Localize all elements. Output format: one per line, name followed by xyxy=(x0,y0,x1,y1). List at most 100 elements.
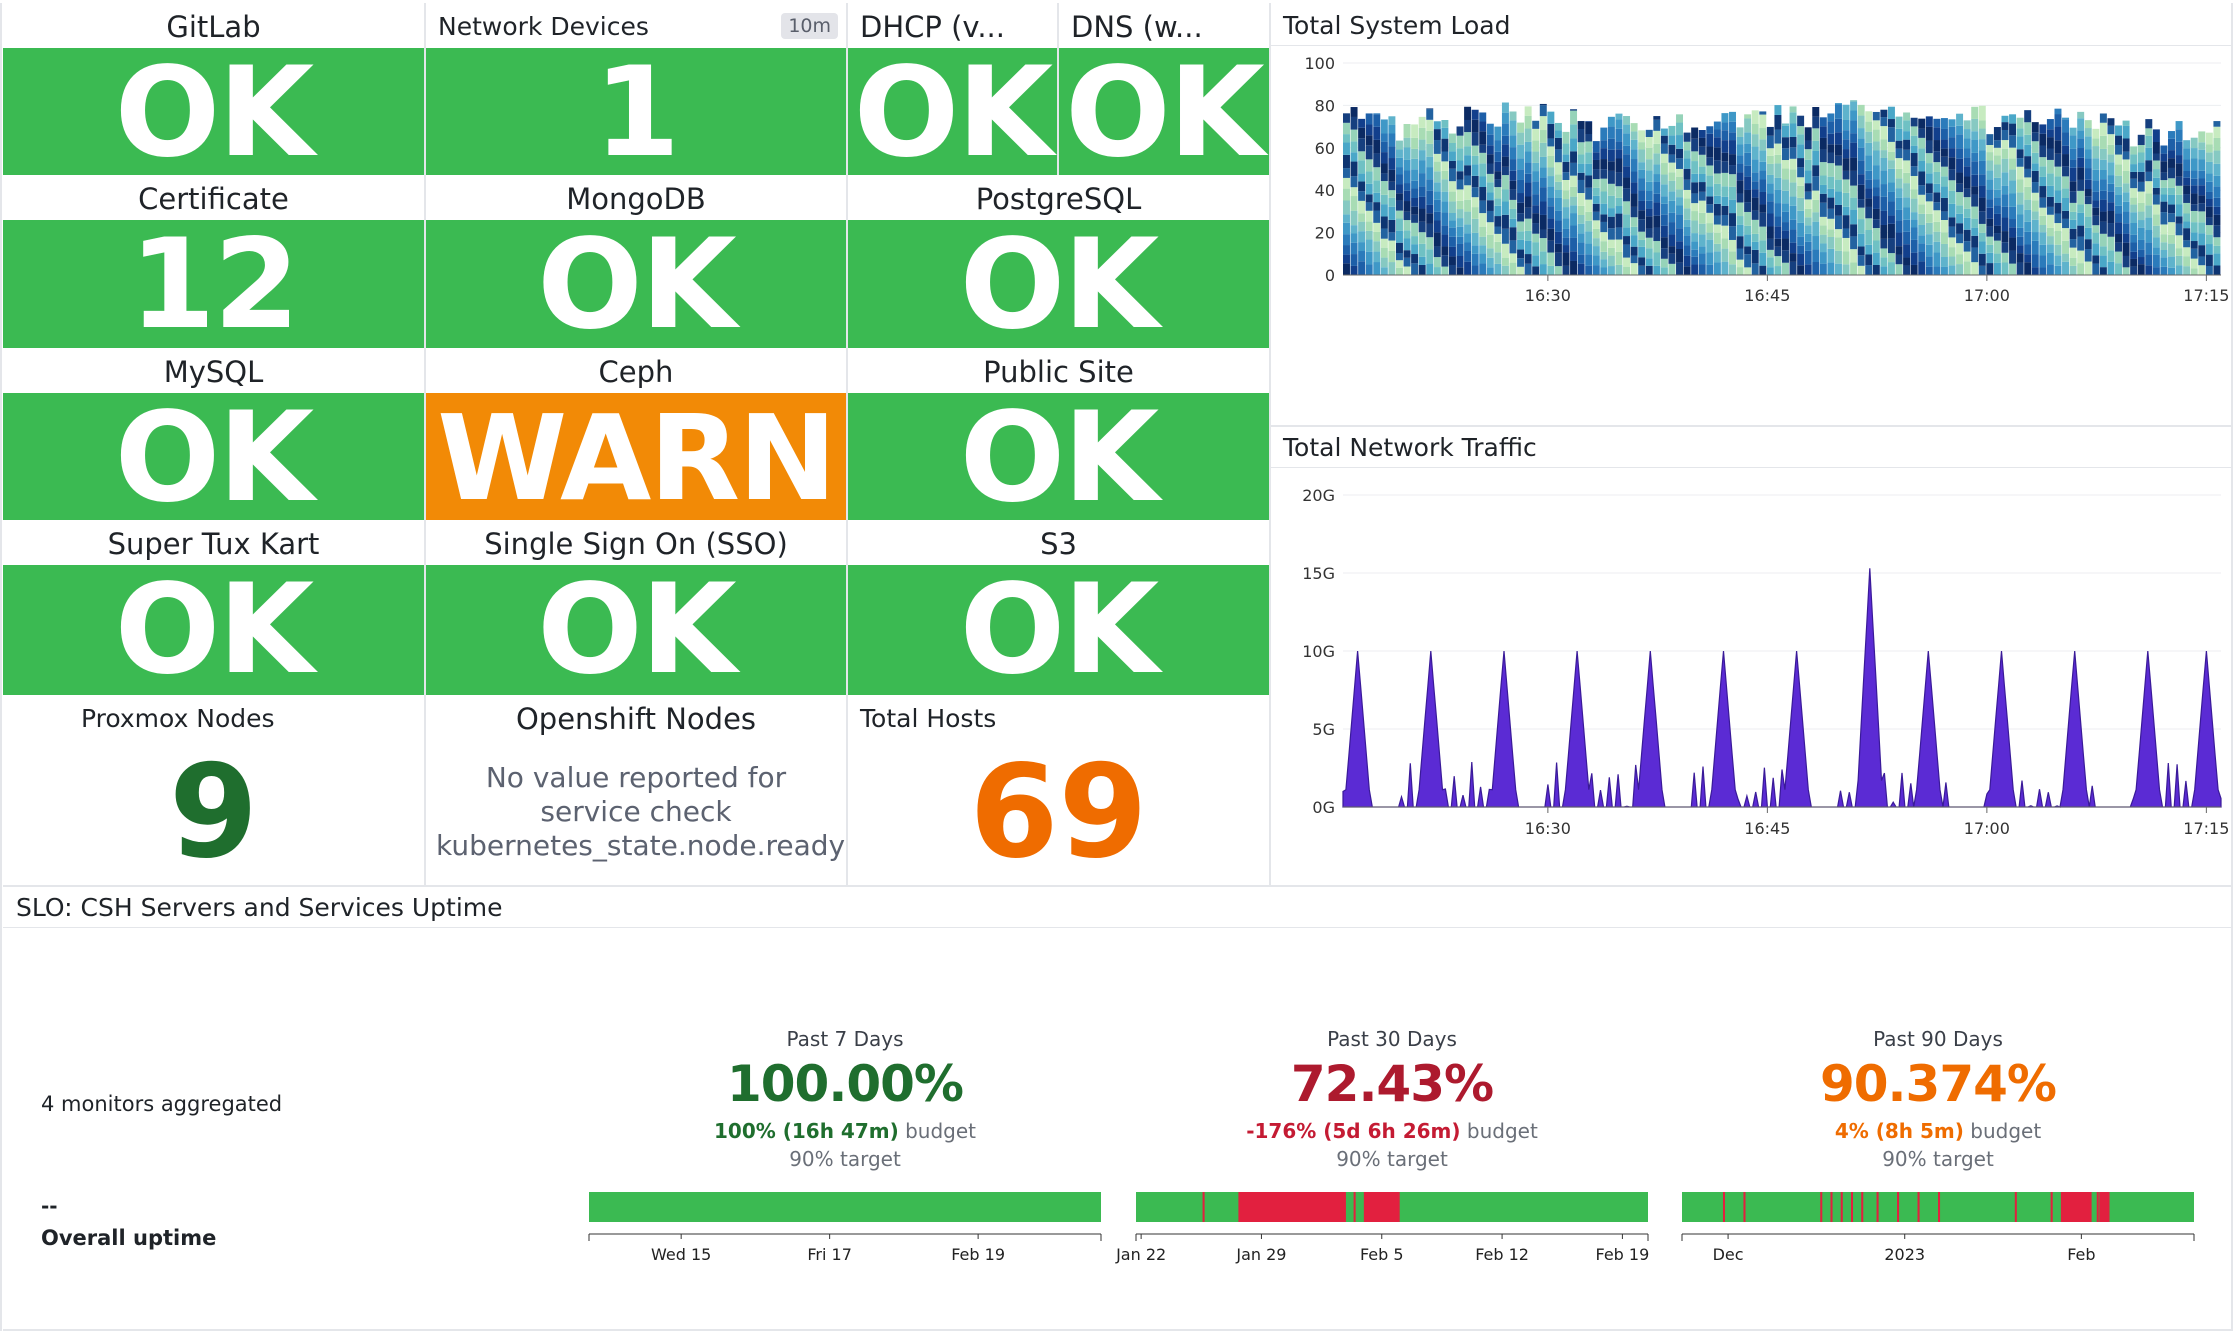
system-load-chart[interactable]: 10080604020016:30 16:45 17:00 17:15 xyxy=(1271,45,2231,425)
tile-public-site[interactable]: Public Site OK xyxy=(848,348,1269,523)
tile-title: Public Site xyxy=(983,355,1134,389)
load-bar-segment xyxy=(1403,124,1411,138)
status-value: OK xyxy=(3,393,424,523)
load-bar-segment xyxy=(2009,193,2017,207)
load-bar-segment xyxy=(1789,123,1797,137)
load-bar-segment xyxy=(2024,110,2032,123)
load-bar-segment xyxy=(2168,131,2175,139)
load-bar-segment xyxy=(1645,159,1653,171)
load-bar-segment xyxy=(1834,229,1842,238)
load-bar-segment xyxy=(1486,182,1494,193)
load-bar-segment xyxy=(1887,160,1895,169)
tile-proxmox-nodes[interactable]: Proxmox Nodes 9 xyxy=(3,695,424,887)
system-load-widget[interactable]: Total System Load 100 80 60 40 20 0 16:30 16:45… xyxy=(1271,3,2231,425)
load-bar-segment xyxy=(2130,212,2138,223)
load-bar-segment xyxy=(2115,222,2123,235)
load-bar-segment xyxy=(1789,229,1797,243)
load-bar-segment xyxy=(2160,249,2168,258)
load-bar-segment xyxy=(1486,192,1494,201)
tile-dns[interactable]: DNS (w... OK xyxy=(1059,3,1269,178)
tile-network-devices[interactable]: Network Devices 10m 1 xyxy=(426,3,846,178)
load-bar-segment xyxy=(2054,176,2062,191)
tile-title: PostgreSQL xyxy=(975,182,1142,216)
load-bar-segment xyxy=(1804,170,1812,184)
load-bar-segment xyxy=(1729,111,1736,122)
load-bar-segment xyxy=(1585,121,1593,122)
tile-gitlab[interactable]: GitLab OK xyxy=(3,3,424,178)
tile-openshift-nodes[interactable]: Openshift Nodes No value reported for se… xyxy=(426,695,846,885)
load-bar-segment xyxy=(1532,194,1540,206)
load-bar-segment xyxy=(2205,198,2213,207)
load-bar-segment xyxy=(2009,135,2017,148)
load-bar-segment xyxy=(2077,179,2085,191)
load-bar-segment xyxy=(1895,148,1903,159)
load-bar-segment xyxy=(1585,121,1593,134)
uptime-tick-label: Jan 29 xyxy=(1235,1245,1286,1264)
load-bar-segment xyxy=(1448,151,1456,161)
load-bar-segment xyxy=(2198,265,2206,275)
y-tick-label: 100 xyxy=(1304,54,1335,73)
load-bar-segment xyxy=(1978,223,1986,233)
load-bar-segment xyxy=(1426,130,1434,144)
tile-postgresql[interactable]: PostgreSQL OK xyxy=(848,175,1269,350)
load-bar-segment xyxy=(1729,239,1736,252)
load-bar-segment xyxy=(1350,116,1358,130)
network-traffic-widget[interactable]: Total Network Traffic 20G 15G 10G 5G 0G 16:30… xyxy=(1271,427,2231,885)
load-bar-segment xyxy=(1948,169,1956,181)
load-bar-segment xyxy=(1524,128,1532,142)
load-bar-segment xyxy=(1350,176,1358,188)
tile-dhcp[interactable]: DHCP (v... OK xyxy=(848,3,1057,178)
load-bar-segment xyxy=(2122,255,2130,268)
load-bar-segment xyxy=(1986,170,1994,180)
slo-window-90d[interactable]: Past 90 Days 90.374% 4% (8h 5m) budget 9… xyxy=(1682,1027,2194,1173)
tile-super-tux-kart[interactable]: Super Tux Kart OK xyxy=(3,520,424,695)
load-bar-segment xyxy=(1812,199,1820,213)
tile-sso[interactable]: Single Sign On (SSO) OK xyxy=(426,520,846,695)
load-bar-segment xyxy=(1464,261,1472,275)
load-bar-segment xyxy=(2213,214,2221,226)
slo-window-30d[interactable]: Past 30 Days 72.43% -176% (5d 6h 26m) bu… xyxy=(1136,1027,1648,1173)
load-bar-segment xyxy=(1532,151,1540,163)
slo-widget[interactable]: SLO: CSH Servers and Services Uptime 4 m… xyxy=(3,887,2231,1329)
load-bar-segment xyxy=(1804,159,1812,171)
load-bar-segment xyxy=(1607,138,1615,150)
load-bar-segment xyxy=(1850,110,1858,121)
slo-window-7d[interactable]: Past 7 Days 100.00% 100% (16h 47m) budge… xyxy=(589,1027,1101,1173)
tile-s3[interactable]: S3 OK xyxy=(848,520,1269,695)
load-bar-segment xyxy=(1759,128,1767,140)
load-bar-segment xyxy=(1623,177,1631,189)
network-traffic-chart[interactable]: 20G15G10G5G0G16:30 16:45 17:00 17:15 xyxy=(1271,467,2231,885)
load-bar-segment xyxy=(2009,169,2017,181)
load-bar-segment xyxy=(2190,268,2198,275)
load-bar-segment xyxy=(1940,186,1948,198)
load-bar-segment xyxy=(1592,152,1600,160)
load-bar-segment xyxy=(1630,171,1638,183)
tile-mongodb[interactable]: MongoDB OK xyxy=(426,175,846,350)
load-bar-segment xyxy=(1940,243,1948,257)
load-bar-segment xyxy=(1615,128,1623,142)
load-bar-segment xyxy=(1774,154,1782,164)
load-bar-segment xyxy=(2024,186,2032,200)
load-bar-segment xyxy=(1554,130,1562,138)
load-bar-segment xyxy=(2046,252,2054,265)
load-bar-segment xyxy=(2160,234,2168,243)
load-bar-segment xyxy=(1819,193,1827,203)
load-bar-segment xyxy=(1819,202,1827,217)
load-bar-segment xyxy=(1592,238,1600,247)
load-bar-segment xyxy=(1395,200,1403,211)
tile-mysql[interactable]: MySQL OK xyxy=(3,348,424,523)
uptime-bars[interactable]: Wed 15 Fri 17 Feb 19 Jan 22 Jan 29 Feb 5 Feb 1… xyxy=(3,1190,2231,1280)
load-bar-segment xyxy=(2039,166,2047,177)
load-bar-segment xyxy=(1554,149,1562,163)
load-bar-segment xyxy=(1993,155,2001,165)
tile-total-hosts[interactable]: Total Hosts 69 xyxy=(848,695,1269,887)
load-bar-segment xyxy=(1343,154,1350,169)
load-bar-segment xyxy=(1759,139,1767,151)
load-bar-segment xyxy=(2062,261,2070,275)
load-bar-segment xyxy=(1872,228,1880,241)
load-bar-segment xyxy=(2152,194,2160,205)
tile-certificate[interactable]: Certificate 12 xyxy=(3,175,424,350)
tile-ceph[interactable]: Ceph WARN xyxy=(426,348,846,523)
load-bar-segment xyxy=(2024,168,2032,178)
load-bar-segment xyxy=(1956,158,1964,173)
